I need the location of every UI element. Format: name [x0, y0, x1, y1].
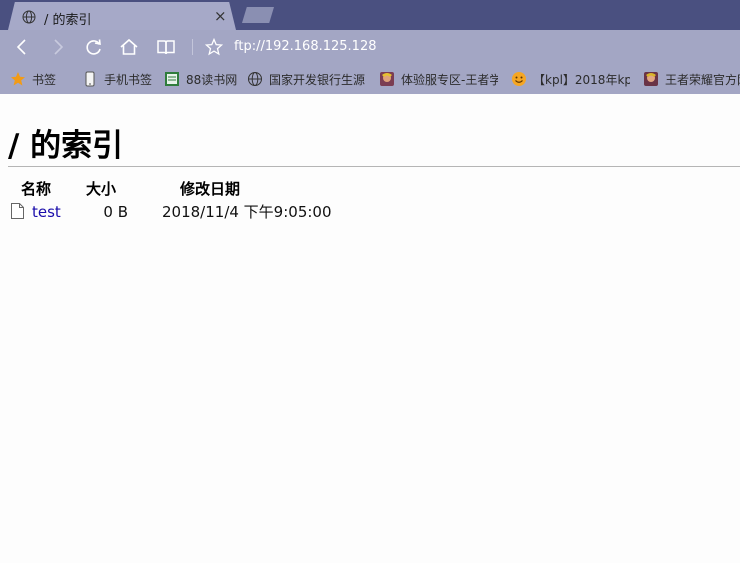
toolbar-divider — [192, 39, 193, 55]
file-icon — [11, 202, 24, 219]
game-avatar-icon — [380, 72, 394, 86]
tab-active[interactable]: / 的索引 × — [8, 2, 236, 30]
globe-icon — [22, 10, 36, 24]
game-avatar-icon — [644, 72, 658, 86]
file-link[interactable]: test — [32, 203, 61, 221]
page-title: / 的索引 — [8, 128, 124, 164]
column-header-name[interactable]: 名称 — [8, 178, 64, 201]
divider — [8, 166, 740, 167]
table-row: test 0 B 2018/11/4 下午9:05:00 — [8, 201, 332, 222]
file-size-cell: 0 B — [103, 202, 128, 221]
star-icon — [11, 72, 25, 86]
bookmark-item[interactable]: 书签 — [10, 64, 56, 94]
directory-listing: 名称 大小 修改日期 test 0 B 2018/11/4 下午9:05:00 — [8, 178, 332, 222]
reload-icon[interactable] — [84, 37, 104, 57]
toolbar: ftp://192.168.125.128 — [0, 30, 740, 64]
home-icon[interactable] — [119, 37, 139, 57]
tab-title: / 的索引 — [44, 13, 92, 28]
bookmark-item[interactable]: 国家开发银行生源 — [247, 64, 365, 94]
address-bar-url[interactable]: ftp://192.168.125.128 — [234, 39, 377, 54]
star-icon[interactable] — [205, 38, 223, 56]
reader-icon[interactable] — [156, 37, 176, 57]
back-icon[interactable] — [12, 37, 32, 57]
globe-icon — [248, 72, 262, 86]
bookmark-item[interactable]: 王者荣耀官方网 — [643, 64, 740, 94]
tab-strip: / 的索引 × — [0, 0, 740, 30]
column-header-modified[interactable]: 修改日期 — [138, 178, 332, 201]
file-name-cell: test — [8, 201, 64, 222]
phone-icon — [85, 71, 95, 87]
close-icon[interactable]: × — [214, 7, 227, 25]
bookmark-item[interactable]: 【kpl】2018年kp — [511, 64, 630, 94]
forward-icon[interactable] — [48, 37, 68, 57]
column-header-size[interactable]: 大小 — [64, 178, 138, 201]
bookmark-item[interactable]: 手机书签 — [82, 64, 152, 94]
bookmark-item[interactable]: 88读书网 — [164, 64, 237, 94]
new-tab-button[interactable] — [242, 7, 274, 23]
bookmark-item[interactable]: 体验服专区-王者学 — [379, 64, 498, 94]
smiley-site-icon — [512, 72, 526, 86]
file-modified-cell: 2018/11/4 下午9:05:00 — [162, 203, 332, 221]
bookmarks-bar: 书签 手机书签 88读书网 国家开发银行生源 体验服专区-王者学 【kpl】20… — [0, 64, 740, 94]
book-site-icon — [165, 72, 179, 86]
